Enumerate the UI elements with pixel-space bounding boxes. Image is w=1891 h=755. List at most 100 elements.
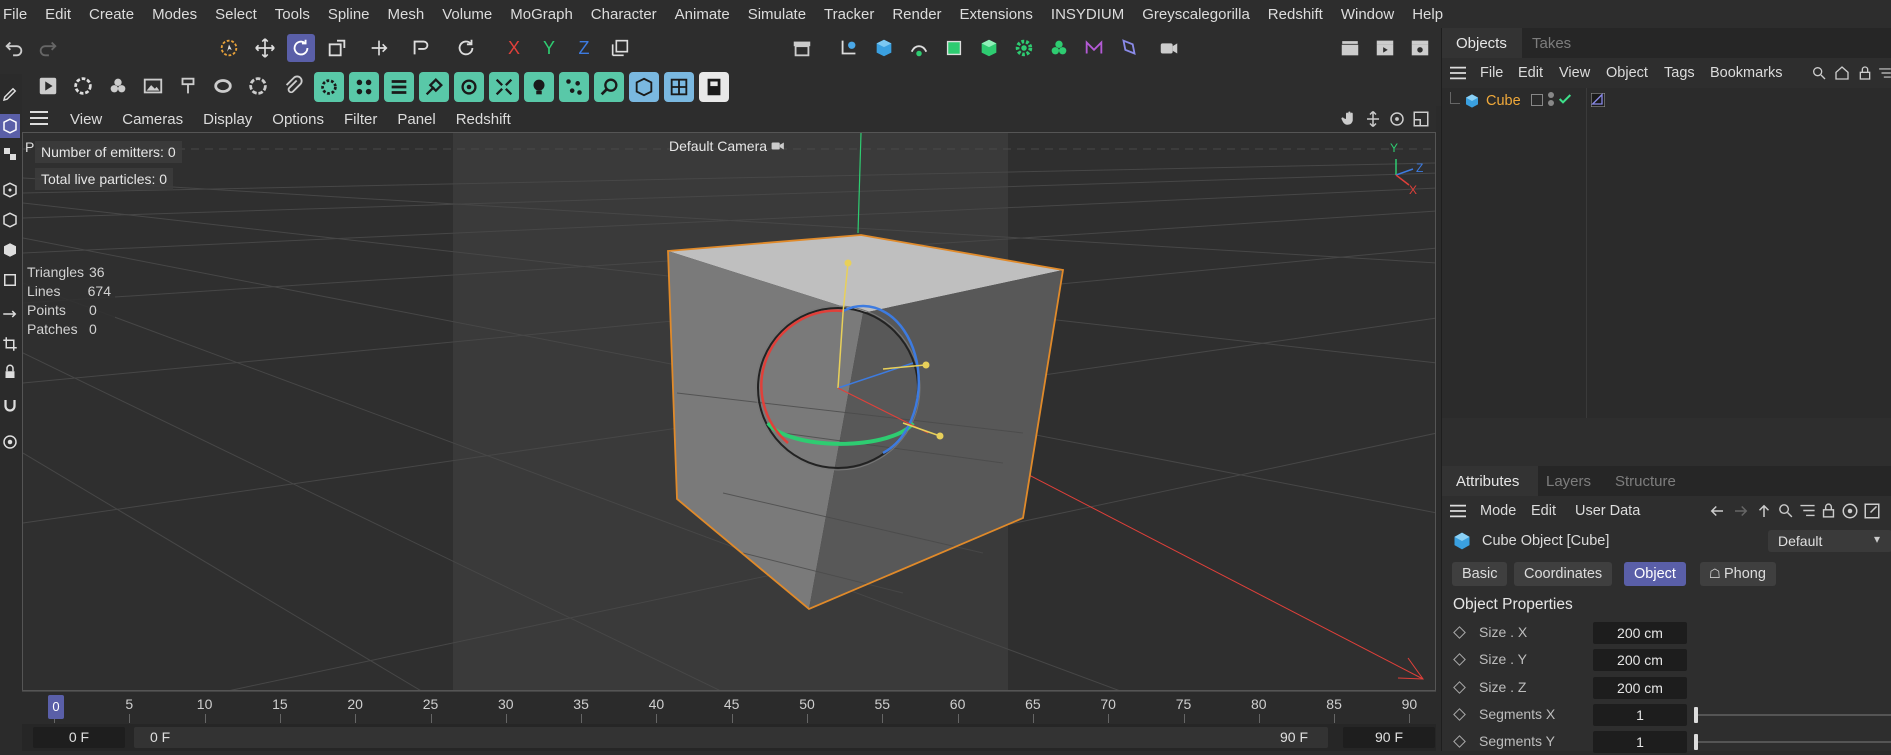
objects-menu-tags[interactable]: Tags [1664, 65, 1695, 81]
snap-button[interactable] [0, 394, 20, 418]
insydium-book-button[interactable] [699, 72, 729, 102]
segments-x-slider-track[interactable] [1695, 714, 1891, 716]
object-row-cube[interactable]: Cube [1442, 88, 1891, 114]
live-selection-button[interactable] [215, 34, 243, 62]
attributes-new-window-icon[interactable] [1863, 502, 1881, 523]
sphere-button[interactable] [244, 72, 272, 100]
object-axis-button[interactable] [606, 34, 634, 62]
polygons-mode-button[interactable] [0, 238, 20, 262]
attributes-filter-icon[interactable] [1799, 502, 1816, 522]
camera-button[interactable] [1155, 34, 1183, 62]
insydium-paint-button[interactable] [419, 72, 449, 102]
menu-character[interactable]: Character [582, 6, 666, 23]
render-visibility-dot[interactable] [1548, 100, 1554, 106]
up-arrow-icon[interactable] [1755, 502, 1773, 523]
insydium-emitter-button[interactable] [314, 72, 344, 102]
lock-icon[interactable] [1857, 65, 1873, 84]
lock-workplane-button[interactable] [0, 360, 20, 384]
viewport-menu-display[interactable]: Display [193, 111, 262, 128]
enabled-check-icon[interactable] [1557, 91, 1573, 110]
viewport-menu-view[interactable]: View [60, 111, 112, 128]
workplane-button[interactable] [0, 332, 20, 356]
insydium-fit-button[interactable] [489, 72, 519, 102]
orbit-icon[interactable] [1388, 110, 1406, 131]
insydium-light-button[interactable] [524, 72, 554, 102]
menu-create[interactable]: Create [80, 6, 143, 23]
keyframe-diamond-icon[interactable] [1453, 708, 1466, 721]
viewport-menu-panel[interactable]: Panel [387, 111, 445, 128]
menu-window[interactable]: Window [1332, 6, 1403, 23]
pan-icon[interactable] [1340, 110, 1358, 131]
model-mode-button[interactable] [0, 114, 20, 138]
menu-animate[interactable]: Animate [666, 6, 739, 23]
objects-menu-view[interactable]: View [1559, 65, 1590, 81]
search-icon[interactable] [1811, 65, 1827, 84]
menu-edit[interactable]: Edit [36, 6, 80, 23]
menu-help[interactable]: Help [1403, 6, 1452, 23]
move-tool-button[interactable] [251, 34, 279, 62]
menu-volume[interactable]: Volume [433, 6, 501, 23]
filter-icon[interactable] [1878, 65, 1891, 84]
back-arrow-icon[interactable] [1708, 502, 1726, 523]
y-axis-lock-button[interactable]: Y [535, 34, 563, 62]
attributes-target-icon[interactable] [1841, 502, 1859, 523]
render-view-button[interactable] [1336, 34, 1364, 62]
size-z-field[interactable]: 200 cm [1593, 677, 1687, 699]
coordinate-system-button[interactable] [452, 34, 480, 62]
points-mode-button[interactable] [0, 178, 20, 202]
menu-extensions[interactable]: Extensions [951, 6, 1042, 23]
effector-button[interactable] [1010, 34, 1038, 62]
insydium-search-button[interactable] [594, 72, 624, 102]
current-frame-field[interactable]: 0 F [33, 727, 125, 748]
particles-button[interactable] [104, 72, 132, 100]
layer-icon[interactable] [1531, 94, 1543, 106]
timeline-ruler[interactable]: 5 10 15 20 25 30 35 40 45 50 55 60 65 70 75 80 85 90 0 [22, 691, 1436, 724]
axis-mode-button[interactable] [0, 302, 20, 326]
scale-tool-button[interactable] [323, 34, 351, 62]
objects-hamburger-icon[interactable] [1450, 66, 1466, 83]
render-to-viewer-button[interactable] [1371, 34, 1399, 62]
menu-greyscalegorilla[interactable]: Greyscalegorilla [1133, 6, 1259, 23]
frame-range-slider[interactable]: 0 F 90 F [134, 727, 1328, 748]
objects-menu-bookmarks[interactable]: Bookmarks [1710, 65, 1783, 81]
dolly-icon[interactable] [1364, 110, 1382, 131]
keyframe-diamond-icon[interactable] [1453, 626, 1466, 639]
cloner-button[interactable] [940, 34, 968, 62]
menu-render[interactable]: Render [883, 6, 950, 23]
keyframe-diamond-icon[interactable] [1453, 735, 1466, 748]
texture-mode-button[interactable] [0, 142, 20, 166]
viewport-menu-cameras[interactable]: Cameras [112, 111, 193, 128]
forward-arrow-icon[interactable] [1732, 502, 1750, 523]
insydium-cube-button[interactable] [629, 72, 659, 102]
attributes-menu-mode[interactable]: Mode [1480, 503, 1516, 519]
solo-button[interactable] [0, 430, 20, 454]
menu-tools[interactable]: Tools [266, 6, 319, 23]
home-icon[interactable] [1834, 65, 1850, 84]
insydium-grid-button[interactable] [664, 72, 694, 102]
subtab-basic[interactable]: Basic [1452, 562, 1508, 586]
menu-redshift[interactable]: Redshift [1259, 6, 1332, 23]
recent-tools-button[interactable] [407, 34, 435, 62]
attributes-menu-user-data[interactable]: User Data [1575, 503, 1640, 519]
tab-objects[interactable]: Objects [1456, 35, 1507, 52]
viewport-menu-filter[interactable]: Filter [334, 111, 387, 128]
render-active-view-button[interactable] [34, 72, 62, 100]
tag-button[interactable] [1115, 34, 1143, 62]
objects-menu-edit[interactable]: Edit [1518, 65, 1543, 81]
brush-button[interactable] [174, 72, 202, 100]
objects-menu-file[interactable]: File [1480, 65, 1503, 81]
keyframe-diamond-icon[interactable] [1453, 653, 1466, 666]
undo-button[interactable] [0, 34, 28, 62]
menu-insydium[interactable]: INSYDIUM [1042, 6, 1133, 23]
editor-visibility-dot[interactable] [1548, 92, 1554, 98]
segments-x-field[interactable]: 1 [1593, 704, 1687, 726]
edges-mode-button[interactable] [0, 208, 20, 232]
rotate-tool-button[interactable] [287, 34, 315, 62]
object-name[interactable]: Cube [1486, 93, 1521, 109]
insydium-modifier-button[interactable] [454, 72, 484, 102]
viewport-menu-options[interactable]: Options [262, 111, 334, 128]
objects-menu-object[interactable]: Object [1606, 65, 1648, 81]
generator-button[interactable] [905, 34, 933, 62]
spline-pen-button[interactable] [835, 34, 863, 62]
object-manager-list[interactable]: Cube [1442, 88, 1891, 418]
